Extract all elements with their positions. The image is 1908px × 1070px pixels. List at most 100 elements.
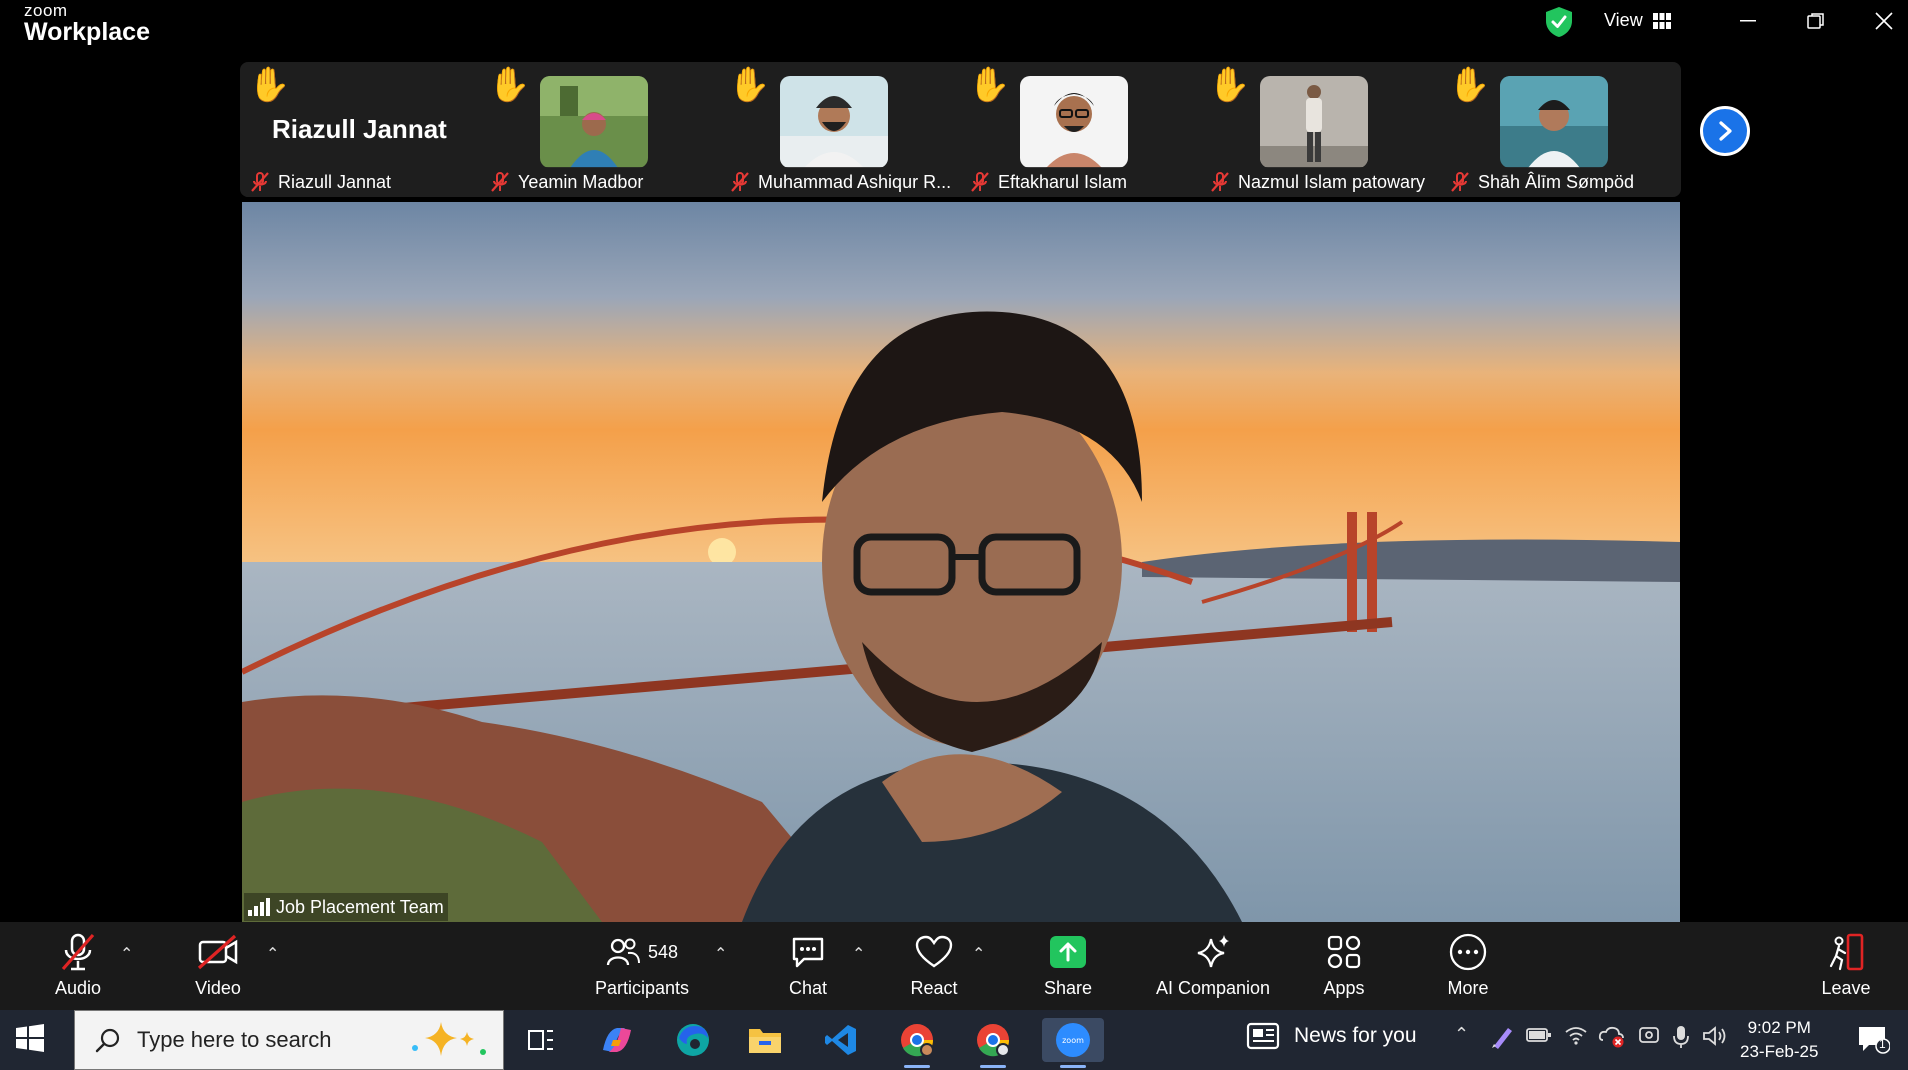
clock-time: 9:02 PM	[1747, 1018, 1811, 1037]
participants-count: 548	[647, 941, 679, 962]
camera-in-use-icon[interactable]	[1638, 1024, 1660, 1048]
more-button[interactable]: More	[1438, 928, 1498, 999]
windows-logo-icon	[16, 1024, 44, 1052]
taskbar-search[interactable]: Type here to search	[74, 1010, 504, 1070]
restore-button[interactable]	[1796, 6, 1836, 36]
chrome-browser-icon	[901, 1024, 934, 1057]
chat-label: Chat	[788, 978, 828, 998]
participant-nameplate: Eftakharul Islam	[964, 167, 1134, 197]
chat-button[interactable]: Chat	[778, 928, 838, 999]
next-page-button[interactable]	[1700, 106, 1750, 156]
file-explorer-button[interactable]	[742, 1018, 788, 1062]
video-label: Video	[195, 978, 241, 998]
audio-button[interactable]: Audio	[46, 928, 110, 999]
apps-label: Apps	[1323, 978, 1365, 998]
vscode-app-button[interactable]	[818, 1018, 864, 1062]
chat-icon	[792, 937, 824, 968]
video-off-icon	[197, 934, 238, 970]
participant-photo	[540, 76, 648, 168]
apps-button[interactable]: Apps	[1314, 928, 1374, 999]
participant-nameplate: Shāh Âlīm Sømpöd	[1444, 167, 1641, 197]
sparkle-icon	[1197, 935, 1229, 968]
chrome-app-button[interactable]	[894, 1018, 940, 1068]
microphone-in-use-icon[interactable]	[1672, 1024, 1690, 1050]
participant-name: Yeamin Madbor	[518, 171, 644, 192]
muted-mic-icon	[731, 172, 749, 192]
participants-label: Participants	[594, 978, 690, 998]
more-icon	[1449, 933, 1487, 971]
brand-small: zoom	[24, 1, 68, 20]
ai-companion-button[interactable]: AI Companion	[1150, 928, 1276, 999]
participant-nameplate: Muhammad Ashiqur R...	[724, 167, 956, 197]
task-view-button[interactable]	[518, 1018, 564, 1062]
react-button[interactable]: React	[904, 928, 964, 999]
raised-hand-icon: ✋	[968, 66, 1011, 104]
news-label: News for you	[1294, 1024, 1417, 1047]
close-button[interactable]	[1864, 6, 1904, 36]
search-icon	[95, 1028, 120, 1053]
audio-label: Audio	[54, 978, 102, 998]
participant-tile[interactable]: ✋ Nazmul Islam patowary	[1200, 62, 1438, 197]
zoom-app-icon: zoom	[1056, 1023, 1090, 1057]
share-button[interactable]: Share	[1038, 928, 1098, 999]
show-hidden-icons-chevron-icon[interactable]: ⌃	[1454, 1024, 1469, 1045]
speaker-video-frame	[242, 202, 1680, 922]
notification-center-button[interactable]: 1	[1856, 1024, 1891, 1059]
raised-hand-icon: ✋	[1448, 66, 1491, 104]
raised-hand-icon: ✋	[1208, 66, 1251, 104]
react-options-chevron-icon[interactable]: ⌃	[972, 944, 985, 964]
participant-tile[interactable]: ✋ Yeamin Madbor	[480, 62, 718, 197]
leave-button[interactable]: Leave	[1816, 928, 1876, 999]
security-shield-icon[interactable]	[1544, 6, 1574, 38]
participant-tile[interactable]: ✋ Muhammad Ashiqur R...	[720, 62, 958, 197]
onedrive-error-icon[interactable]	[1598, 1024, 1626, 1048]
video-button[interactable]: Video	[186, 928, 250, 999]
running-indicator	[980, 1065, 1006, 1068]
participant-tile[interactable]: ✋ Shāh Âlīm Sømpöd	[1440, 62, 1678, 197]
vscode-icon	[825, 1025, 856, 1055]
copilot-app-button[interactable]	[594, 1018, 640, 1062]
restore-icon	[1807, 13, 1824, 29]
edge-app-button[interactable]	[670, 1018, 716, 1062]
featured-name: Riazull Jannat	[272, 114, 447, 144]
share-screen-icon	[1050, 936, 1086, 968]
muted-mic-icon	[491, 172, 509, 192]
participants-options-chevron-icon[interactable]: ⌃	[714, 944, 727, 964]
participant-name: Riazull Jannat	[278, 171, 392, 192]
close-icon	[1875, 12, 1893, 30]
zoom-logo: zoom Workplace	[24, 2, 150, 45]
notification-count: 1	[1879, 1037, 1886, 1051]
view-button[interactable]: View	[1604, 10, 1671, 31]
raised-hand-icon: ✋	[248, 66, 291, 104]
participant-nameplate: Yeamin Madbor	[484, 167, 650, 197]
running-indicator	[904, 1065, 930, 1068]
pen-icon[interactable]	[1490, 1024, 1514, 1050]
participant-tile[interactable]: ✋ Eftakharul Islam	[960, 62, 1198, 197]
participant-tile[interactable]: ✋ Riazull Jannat Riazull Jannat	[240, 62, 478, 197]
participant-name: Shāh Âlīm Sømpöd	[1478, 171, 1635, 192]
muted-mic-icon	[971, 172, 989, 192]
taskbar-clock[interactable]: 9:02 PM 23-Feb-25	[1740, 1016, 1818, 1064]
copilot-icon	[603, 1028, 631, 1052]
volume-icon[interactable]	[1702, 1024, 1728, 1048]
zoom-app-button[interactable]: zoom	[1042, 1018, 1104, 1068]
wifi-icon[interactable]	[1564, 1024, 1588, 1046]
audio-options-chevron-icon[interactable]: ⌃	[120, 944, 133, 964]
apps-icon	[1327, 935, 1361, 969]
signal-strength-icon	[248, 898, 270, 916]
video-options-chevron-icon[interactable]: ⌃	[266, 944, 279, 964]
start-button[interactable]	[16, 1024, 44, 1057]
minimize-button[interactable]	[1728, 6, 1768, 36]
chrome-profile-app-button[interactable]	[970, 1018, 1016, 1068]
chat-options-chevron-icon[interactable]: ⌃	[852, 944, 865, 964]
participants-icon	[606, 938, 640, 966]
muted-mic-icon	[1451, 172, 1469, 192]
speaker-label: Job Placement Team	[244, 893, 448, 921]
participant-nameplate: Riazull Jannat	[244, 167, 398, 197]
news-widget[interactable]: News for you	[1246, 1022, 1417, 1050]
speaker-name: Job Placement Team	[276, 896, 444, 917]
leave-label: Leave	[1821, 978, 1871, 998]
participants-button[interactable]: 548 Participants	[586, 928, 698, 999]
chevron-right-icon	[1719, 121, 1732, 141]
battery-icon[interactable]	[1526, 1024, 1552, 1046]
